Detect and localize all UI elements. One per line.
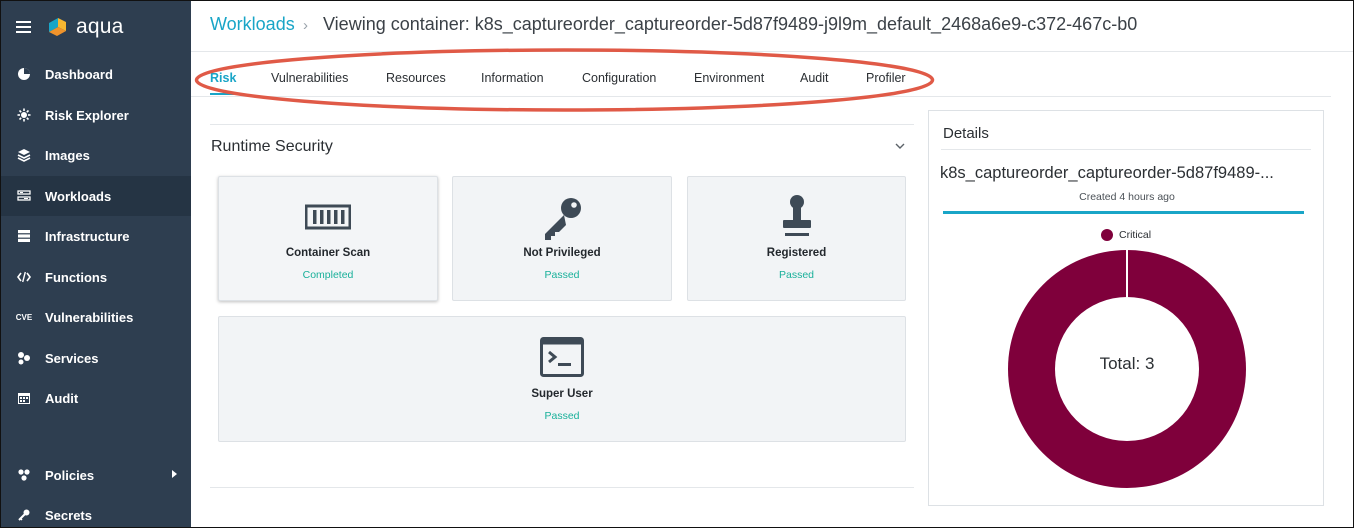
created-time: Created 4 hours ago <box>1079 191 1175 203</box>
check-card-super-user[interactable]: Super User Passed <box>218 316 906 442</box>
breadcrumb-workloads-link[interactable]: Workloads <box>210 14 295 35</box>
aqua-logo-icon <box>49 18 66 36</box>
brand: aqua <box>16 14 124 40</box>
check-title: Super User <box>531 388 593 400</box>
section-divider <box>210 487 914 488</box>
legend-swatch-critical <box>1101 229 1113 241</box>
details-divider <box>941 149 1311 150</box>
policies-icon <box>16 467 32 483</box>
sidebar-item-policies[interactable]: Policies <box>0 455 191 495</box>
check-title: Container Scan <box>285 247 371 259</box>
sidebar-item-services[interactable]: Services <box>0 338 191 378</box>
sidebar-item-label: Vulnerabilities <box>45 309 134 325</box>
check-status: Passed <box>544 410 580 422</box>
check-status: Completed <box>302 269 354 281</box>
chevron-down-icon[interactable] <box>893 139 907 153</box>
runtime-security-title: Runtime Security <box>211 138 333 155</box>
sidebar-item-label: Workloads <box>45 188 112 204</box>
breadcrumb-separator-icon: › <box>303 17 308 34</box>
sidebar-item-workloads[interactable]: Workloads <box>0 176 191 216</box>
tab-risk[interactable]: Risk <box>210 71 236 85</box>
risk-explorer-icon <box>16 107 32 123</box>
calendar-icon <box>16 390 32 406</box>
server-icon <box>16 228 32 244</box>
tab-resources[interactable]: Resources <box>386 71 446 85</box>
sidebar-item-audit[interactable]: Audit <box>0 378 191 418</box>
sidebar-item-risk-explorer[interactable]: Risk Explorer <box>0 95 191 135</box>
code-icon <box>16 269 32 285</box>
sidebar-item-label: Functions <box>45 269 108 285</box>
chart-legend[interactable]: Critical <box>1101 229 1151 241</box>
sidebar-item-vulnerabilities[interactable]: CVE Vulnerabilities <box>0 297 191 337</box>
sidebar-item-label: Images <box>45 147 90 163</box>
sidebar: aqua Dashboard Risk Explorer Images Work… <box>0 0 191 528</box>
check-title: Registered <box>766 247 827 259</box>
dashboard-icon <box>16 66 32 82</box>
check-title: Not Privileged <box>523 247 601 259</box>
tab-vulnerabilities[interactable]: Vulnerabilities <box>271 71 348 85</box>
tab-configuration[interactable]: Configuration <box>582 71 656 85</box>
sidebar-item-label: Policies <box>45 467 95 483</box>
menu-icon[interactable] <box>16 21 31 33</box>
tab-information[interactable]: Information <box>481 71 544 85</box>
sidebar-item-infrastructure[interactable]: Infrastructure <box>0 216 191 256</box>
sidebar-item-label: Services <box>45 350 99 366</box>
page-title: Viewing container: k8s_captureorder_capt… <box>323 14 1138 34</box>
sidebar-item-label: Secrets <box>45 507 92 523</box>
terminal-icon <box>540 337 584 377</box>
check-card-not-privileged[interactable]: Not Privileged Passed <box>452 176 672 301</box>
sidebar-item-secrets[interactable]: Secrets <box>0 495 191 528</box>
key-icon <box>545 198 581 240</box>
details-panel: Details k8s_captureorder_captureorder-5d… <box>928 110 1324 506</box>
section-divider <box>210 124 914 125</box>
check-status: Passed <box>544 269 580 281</box>
sidebar-item-label: Risk Explorer <box>45 107 129 123</box>
cve-icon: CVE <box>15 312 33 322</box>
tab-environment[interactable]: Environment <box>694 71 764 85</box>
page-header: Workloads › Viewing container: k8s_captu… <box>191 0 1354 52</box>
stamp-icon <box>782 195 811 236</box>
container-icon <box>305 204 351 230</box>
sidebar-item-label: Dashboard <box>45 66 113 82</box>
sidebar-item-dashboard[interactable]: Dashboard <box>0 54 191 94</box>
layers-icon <box>16 147 32 163</box>
brand-name[interactable]: aqua <box>76 15 124 39</box>
sidebar-item-images[interactable]: Images <box>0 135 191 175</box>
chevron-right-icon <box>172 470 177 478</box>
check-card-registered[interactable]: Registered Passed <box>687 176 906 301</box>
container-name: k8s_captureorder_captureorder-5d87f9489-… <box>940 164 1274 182</box>
donut-total-label: Total: 3 <box>1099 354 1155 373</box>
tab-profiler[interactable]: Profiler <box>866 71 906 85</box>
services-icon <box>16 350 32 366</box>
check-card-container-scan[interactable]: Container Scan Completed <box>218 176 438 301</box>
active-tab-indicator <box>210 93 236 95</box>
details-accent-bar <box>943 211 1304 214</box>
workloads-icon <box>16 188 32 204</box>
key-icon <box>16 507 32 523</box>
details-title: Details <box>943 125 989 142</box>
tab-audit[interactable]: Audit <box>800 71 829 85</box>
sidebar-item-label: Audit <box>45 390 79 406</box>
check-status: Passed <box>778 269 815 281</box>
sidebar-item-functions[interactable]: Functions <box>0 257 191 297</box>
sidebar-item-label: Infrastructure <box>45 228 130 244</box>
tab-bar: Risk Vulnerabilities Resources Informati… <box>191 53 1331 97</box>
legend-label-critical: Critical <box>1119 229 1152 241</box>
